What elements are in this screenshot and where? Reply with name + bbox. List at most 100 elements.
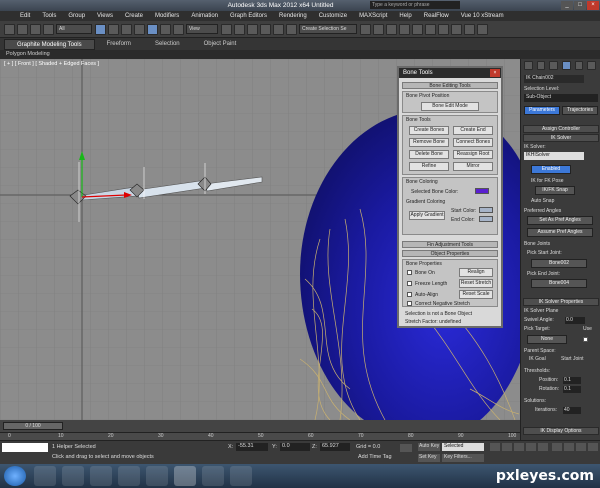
start-color-swatch[interactable] [479, 207, 493, 213]
snaps-icon[interactable] [247, 23, 258, 35]
auto-snap-checkbox[interactable]: Auto Snap [531, 198, 554, 204]
zoom-all-icon[interactable] [564, 443, 574, 451]
zoom-icon[interactable] [552, 443, 562, 451]
refine-button[interactable]: Refine [409, 162, 449, 171]
hierarchy-tab-icon[interactable] [549, 61, 559, 70]
select-object-icon[interactable] [95, 23, 106, 35]
material-editor-icon[interactable] [438, 23, 449, 35]
correct-negative-stretch-checkbox[interactable] [407, 301, 412, 306]
bone-tools-title[interactable]: Bone Tools [399, 68, 501, 78]
create-bones-button[interactable]: Create Bones [409, 126, 449, 135]
menu-maxscript[interactable]: MAXScript [359, 13, 387, 19]
window-crossing-icon[interactable] [134, 23, 145, 35]
ik-display-options-rollout[interactable]: IK Display Options [523, 427, 599, 435]
photoshop-icon[interactable] [230, 466, 252, 486]
reassign-root-button[interactable]: Reassign Root [453, 150, 493, 159]
render-frame-icon[interactable] [464, 23, 475, 35]
ribbon-tab-graphite-modeling-tools[interactable]: Graphite Modeling Tools [4, 38, 95, 50]
ik-fk-snap-button[interactable]: IK/FK Snap [535, 186, 575, 195]
set-key-button[interactable]: Set Key [418, 454, 440, 462]
ribbon-tab-object-paint[interactable]: Object Paint [192, 41, 249, 47]
assume-pref-angles-button[interactable]: Assume Pref Angles [527, 228, 593, 237]
ribbon-tab-selection[interactable]: Selection [143, 41, 192, 47]
x-coordinate-field[interactable]: -55.31 [236, 443, 268, 451]
bone-001[interactable] [77, 186, 138, 201]
menu-create[interactable]: Create [125, 13, 143, 19]
auto-key-button[interactable]: Auto Key [418, 443, 440, 451]
move-icon[interactable] [147, 23, 158, 35]
bone-002[interactable] [136, 180, 206, 199]
object-name-field[interactable]: IK Chain002 [524, 75, 584, 83]
internet-explorer-icon[interactable] [34, 466, 56, 486]
y-axis-arrow[interactable] [79, 151, 85, 160]
named-selection-dropdown[interactable]: Create Selection Se [299, 24, 357, 34]
menu-animation[interactable]: Animation [191, 13, 218, 19]
modify-tab-icon[interactable] [536, 61, 546, 70]
ik-solver-dropdown[interactable]: IKHISolver [524, 152, 584, 160]
menu-realflow[interactable]: RealFlow [424, 13, 449, 19]
angle-snap-icon[interactable] [260, 23, 271, 35]
set-pref-angles-button[interactable]: Set As Pref Angles [527, 216, 593, 225]
remove-bone-button[interactable]: Remove Bone [409, 138, 449, 147]
menu-group[interactable]: Group [68, 13, 85, 19]
play-icon[interactable] [514, 443, 524, 451]
trajectories-tab[interactable]: Trajectories [562, 106, 598, 115]
start-joint-button[interactable]: Bone002 [531, 259, 587, 268]
realign-button[interactable]: Realign [459, 268, 493, 277]
parameters-tab[interactable]: Parameters [524, 106, 560, 115]
redo-icon[interactable] [17, 23, 28, 35]
display-tab-icon[interactable] [574, 61, 584, 70]
use-target-checkbox[interactable] [583, 337, 588, 342]
mirror-icon[interactable] [360, 23, 371, 35]
key-icon[interactable] [400, 444, 412, 452]
rotate-icon[interactable] [160, 23, 171, 35]
apply-gradient-button[interactable]: Apply Gradient [409, 211, 445, 220]
scale-icon[interactable] [173, 23, 184, 35]
assign-controller-rollout[interactable]: Assign Controller [523, 125, 599, 133]
mirror-button[interactable]: Mirror [453, 162, 493, 171]
ik-for-fk-pose-checkbox[interactable]: IK for FK Pose [531, 178, 564, 184]
go-to-start-icon[interactable] [490, 443, 500, 451]
z-coordinate-field[interactable]: 65.927 [320, 443, 350, 451]
end-joint-button[interactable]: Bone004 [531, 279, 587, 288]
previous-frame-icon[interactable] [502, 443, 512, 451]
rotation-threshold-spinner[interactable]: 0.1 [563, 386, 581, 393]
percent-snap-icon[interactable] [273, 23, 284, 35]
close-dialog-icon[interactable]: × [490, 69, 500, 77]
ribbon-subpanel[interactable]: Polygon Modeling [0, 50, 600, 59]
position-threshold-spinner[interactable]: 0.1 [563, 377, 581, 384]
object-properties-header[interactable]: Object Properties [402, 250, 498, 257]
iterations-spinner[interactable]: 40 [563, 407, 581, 414]
menu-tools[interactable]: Tools [42, 13, 56, 19]
connect-bones-button[interactable]: Connect Bones [453, 138, 493, 147]
ribbon-tab-freeform[interactable]: Freeform [95, 41, 143, 47]
orbit-icon[interactable] [588, 443, 598, 451]
menu-vue-10-xstream[interactable]: Vue 10 xStream [461, 13, 504, 19]
viewport-label[interactable]: [ + ] [ Front ] [ Shaded + Edged Faces ] [4, 61, 99, 67]
curve-editor-icon[interactable] [412, 23, 423, 35]
start-button-icon[interactable] [4, 466, 26, 486]
sub-object-dropdown[interactable]: Sub-Object [524, 94, 598, 102]
motion-tab-icon[interactable] [562, 61, 571, 70]
select-by-name-icon[interactable] [108, 23, 119, 35]
key-filters-button[interactable]: Key Filters... [442, 454, 484, 462]
ik-goal-radio[interactable]: IK Goal [529, 356, 546, 362]
ik-solver-rollout[interactable]: IK Solver [523, 134, 599, 142]
minimize-button[interactable]: _ [561, 1, 573, 10]
menu-help[interactable]: Help [399, 13, 411, 19]
selection-filter-dropdown[interactable]: All [56, 24, 92, 34]
add-time-tag-text[interactable]: Add Time Tag [358, 454, 392, 460]
close-button[interactable]: × [587, 1, 599, 10]
key-set-dropdown[interactable]: Selected [442, 443, 484, 451]
menu-graph-editors[interactable]: Graph Editors [230, 13, 267, 19]
undo-icon[interactable] [4, 23, 15, 35]
auto-align-checkbox[interactable] [407, 292, 412, 297]
reset-scale-button[interactable]: Reset Scale [459, 290, 493, 299]
vlc-icon[interactable] [202, 466, 224, 486]
selected-bone-color-swatch[interactable] [475, 188, 489, 194]
time-slider[interactable]: 0 / 100 [0, 420, 520, 432]
menu-views[interactable]: Views [97, 13, 113, 19]
create-tab-icon[interactable] [524, 61, 533, 70]
bone-edit-mode-button[interactable]: Bone Edit Mode [421, 102, 479, 111]
pick-target-button[interactable]: None [527, 335, 567, 344]
